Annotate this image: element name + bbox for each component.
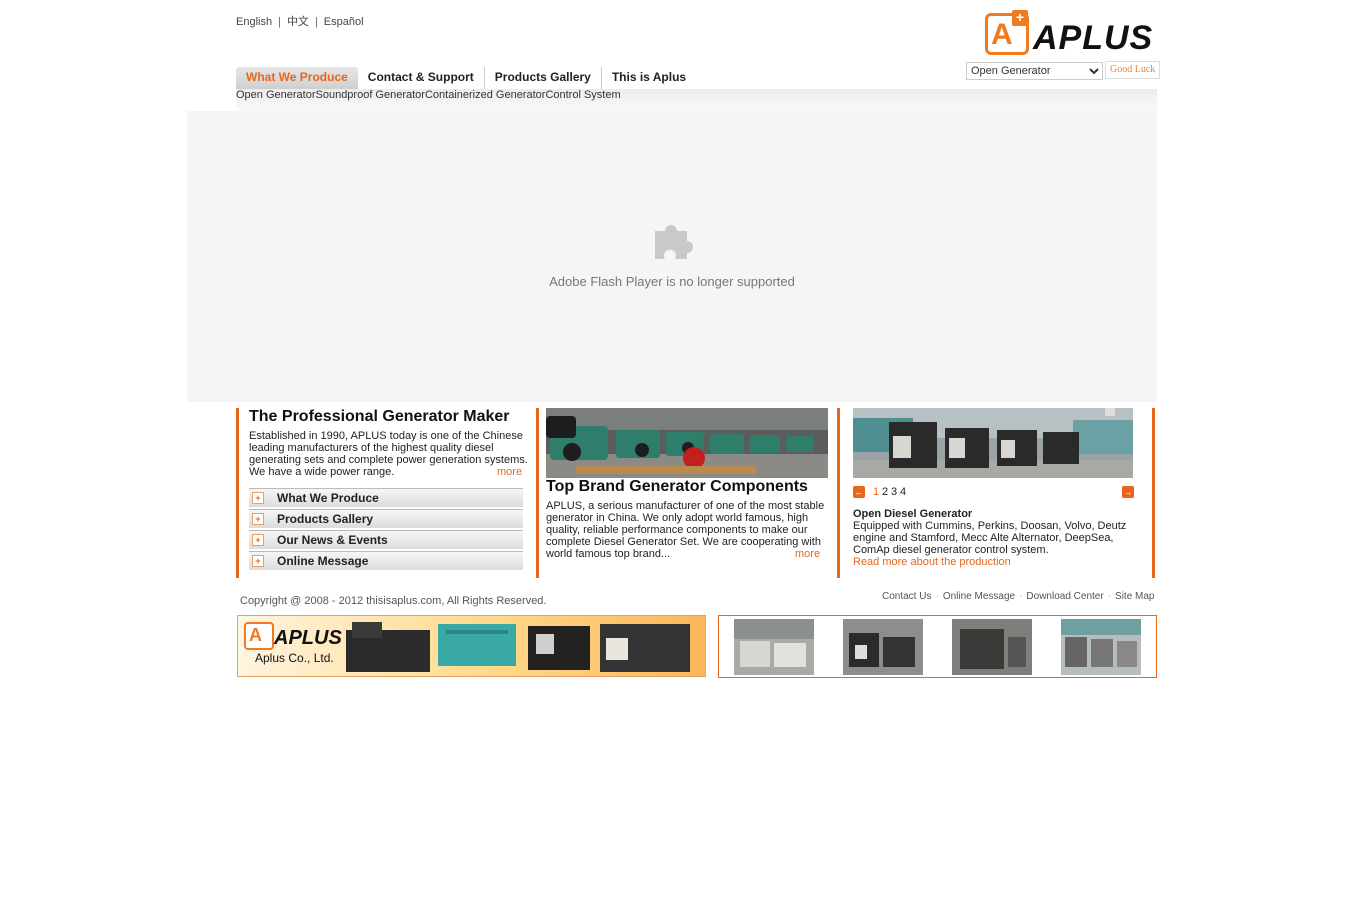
footer-separator: · [935, 591, 939, 602]
banner-logo-mark: A [244, 622, 274, 650]
quick-link-label: Our News & Events [277, 533, 388, 547]
lang-spanish-link[interactable]: Español [324, 16, 364, 28]
engines-photo[interactable] [546, 408, 828, 478]
slide-text: Equipped with Cummins, Perkins, Doosan, … [853, 520, 1127, 556]
components-more-link[interactable]: more [795, 548, 820, 560]
slider-pager: ← 1 2 3 4 → [853, 486, 1134, 500]
about-title: The Professional Generator Maker [249, 408, 510, 425]
footer-online-message-link[interactable]: Online Message [943, 591, 1015, 602]
plus-icon: + [252, 513, 264, 525]
logo-mark: A + [985, 10, 1029, 55]
lang-chinese-link[interactable]: 中文 [287, 16, 309, 28]
slider-prev-icon[interactable]: ← [853, 486, 865, 498]
footer-site-map-link[interactable]: Site Map [1115, 591, 1154, 602]
puzzle-icon [655, 225, 693, 259]
subnav-control-system[interactable]: Control System [545, 89, 620, 111]
lang-separator: | [278, 16, 281, 28]
slide-title: Open Diesel Generator [853, 508, 973, 520]
product-search: Open Generator Good Luck [966, 61, 1161, 80]
quick-link-label: What We Produce [277, 491, 379, 505]
gallery-thumbnails [718, 615, 1157, 678]
lang-separator: | [314, 16, 318, 28]
slider-page-1[interactable]: 1 [873, 486, 879, 498]
generators-photo[interactable] [853, 408, 1133, 478]
components-text: APLUS, a serious manufacturer of one of … [546, 500, 825, 560]
footer-download-center-link[interactable]: Download Center [1026, 591, 1103, 602]
slider-next-icon[interactable]: → [1122, 486, 1134, 498]
logo-mark-letter: A [991, 18, 1013, 51]
gallery-thumbnail[interactable] [1061, 619, 1141, 675]
plus-icon: + [252, 492, 264, 504]
gallery-thumbnail[interactable] [734, 619, 814, 675]
quick-link-label: Online Message [277, 554, 369, 568]
footer-contact-us-link[interactable]: Contact Us [882, 591, 931, 602]
quick-link-online-message[interactable]: + Online Message [249, 551, 523, 570]
footer-separator: · [1019, 591, 1023, 602]
subnav-soundproof-generator[interactable]: Soundproof Generator [316, 89, 425, 111]
language-bar: English | 中文 | Español [236, 13, 364, 29]
gallery-thumbnail[interactable] [843, 619, 923, 675]
main-nav: What We Produce Contact & Support Produc… [236, 67, 696, 89]
components-panel: Top Brand Generator Components APLUS, a … [536, 408, 840, 578]
quick-link-label: Products Gallery [277, 512, 374, 526]
slider-page-3[interactable]: 3 [891, 486, 897, 498]
nav-products-gallery[interactable]: Products Gallery [485, 67, 602, 89]
nav-what-we-produce[interactable]: What We Produce [236, 67, 358, 89]
site-logo[interactable]: A + APLUS [985, 10, 1160, 57]
logo-text: APLUS [1033, 19, 1154, 57]
company-banner[interactable]: A APLUS Aplus Co., Ltd. [237, 615, 706, 677]
copyright: Copyright @ 2008 - 2012 thisisaplus.com,… [240, 595, 547, 607]
about-text: Established in 1990, APLUS today is one … [249, 430, 528, 478]
lang-english-link[interactable]: English [236, 16, 272, 28]
flash-message: Adobe Flash Player is no longer supporte… [549, 274, 795, 289]
banner-company-name: Aplus Co., Ltd. [255, 651, 334, 665]
plus-icon: + [252, 555, 264, 567]
slide-read-more-link[interactable]: Read more about the production [853, 556, 1011, 568]
sub-nav: Open Generator Soundproof Generator Cont… [236, 89, 1157, 111]
banner-logo-letter: A [249, 625, 262, 645]
quick-link-what-we-produce[interactable]: + What We Produce [249, 488, 523, 507]
quick-link-news-events[interactable]: + Our News & Events [249, 530, 523, 549]
subnav-open-generator[interactable]: Open Generator [236, 89, 316, 111]
flash-placeholder: Adobe Flash Player is no longer supporte… [187, 111, 1157, 402]
about-more-link[interactable]: more [497, 466, 522, 478]
about-panel: The Professional Generator Maker Establi… [236, 408, 539, 578]
subnav-containerized-generator[interactable]: Containerized Generator [425, 89, 545, 111]
nav-contact-support[interactable]: Contact & Support [358, 67, 485, 89]
banner-logo-text: APLUS [274, 627, 342, 649]
footer-separator: · [1107, 591, 1112, 602]
slider-page-2[interactable]: 2 [882, 486, 888, 498]
quick-link-products-gallery[interactable]: + Products Gallery [249, 509, 523, 528]
slider-page-4[interactable]: 4 [900, 486, 906, 498]
nav-this-is-aplus[interactable]: This is Aplus [602, 67, 696, 89]
gallery-thumbnail[interactable] [952, 619, 1032, 675]
banner-generators-image [346, 622, 690, 672]
product-select[interactable]: Open Generator [966, 62, 1103, 80]
components-title: Top Brand Generator Components [546, 478, 808, 495]
logo-plus-icon: + [1012, 10, 1028, 26]
products-slider-panel: ← 1 2 3 4 → Open Diesel Generator Equipp… [840, 408, 1155, 578]
footer-links: Contact Us · Online Message · Download Cente… [882, 591, 1155, 602]
plus-icon: + [252, 534, 264, 546]
good-luck-button[interactable]: Good Luck [1105, 61, 1161, 79]
